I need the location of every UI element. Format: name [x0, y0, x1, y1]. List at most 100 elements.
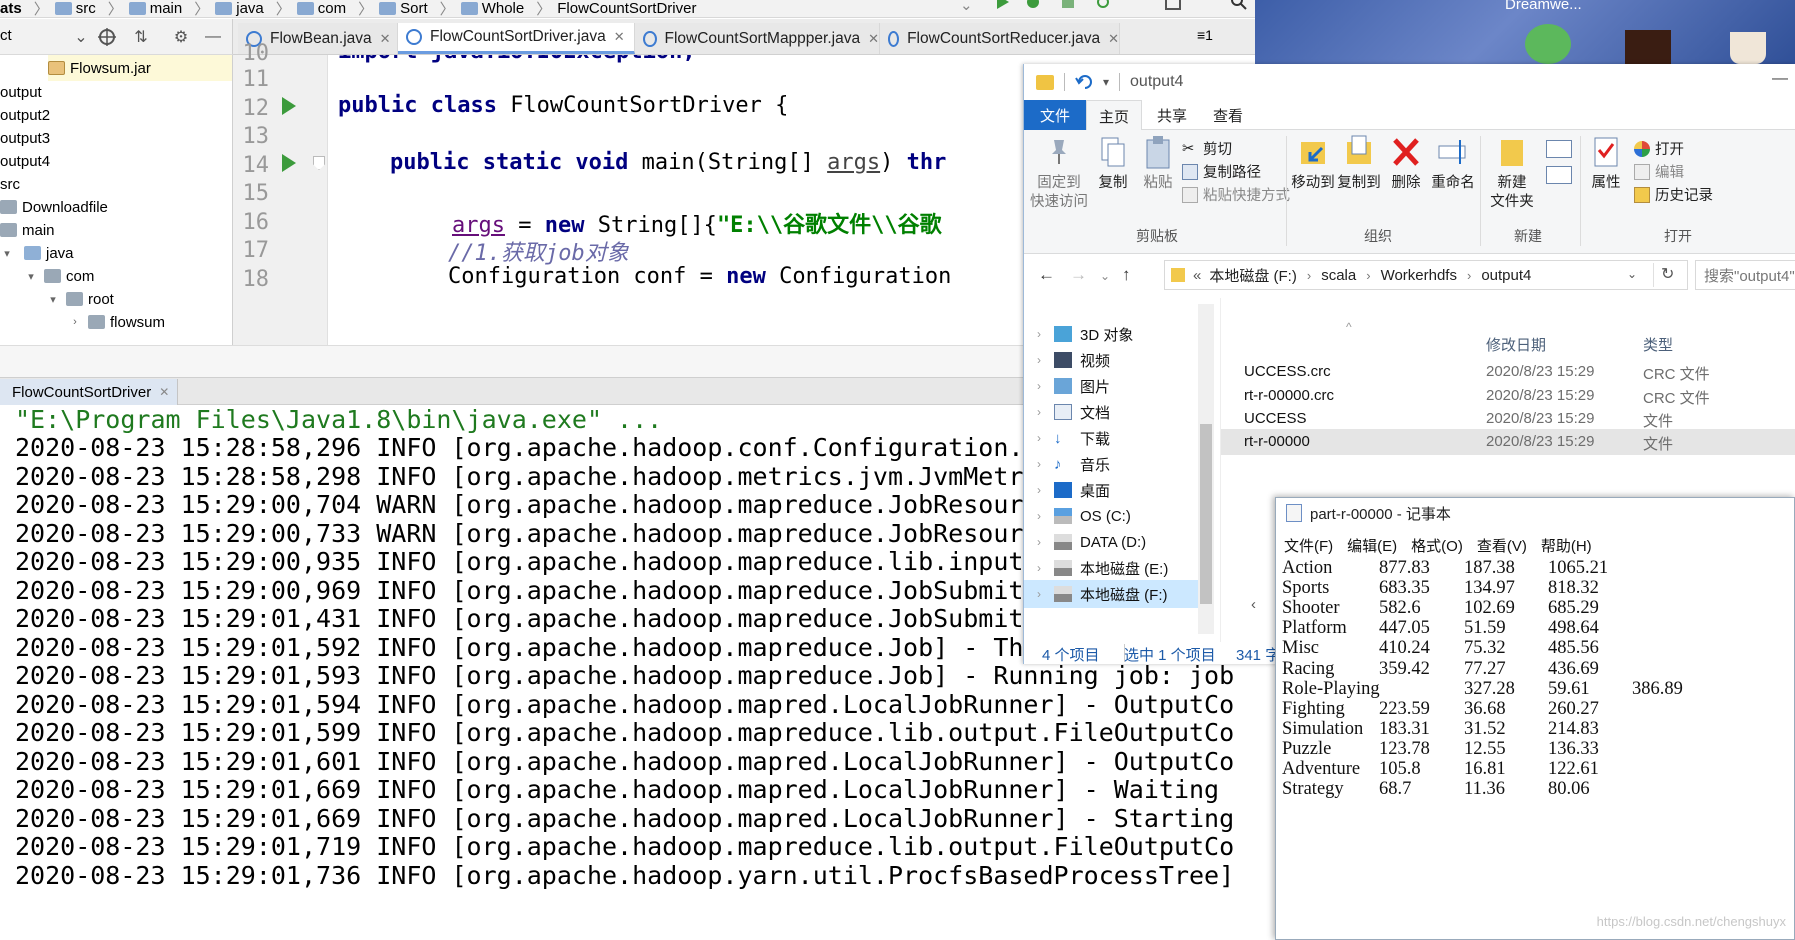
menu-format[interactable]: 格式(O) — [1411, 535, 1463, 556]
nav-item-drive-d[interactable]: › DATA (D:) — [1024, 528, 1214, 556]
breadcrumb-item[interactable]: main — [128, 0, 182, 17]
tree-item-flowsum-jar[interactable]: Flowsum.jar — [48, 55, 232, 81]
project-view-dropdown-icon[interactable]: ⌄ — [72, 28, 90, 46]
undo-icon[interactable] — [1075, 74, 1093, 90]
tree-item-flowsum[interactable]: › flowsum — [68, 309, 165, 335]
tab-flowcountsortmappper[interactable]: FlowCountSortMappper.java ✕ — [635, 23, 880, 54]
nav-scrollbar[interactable] — [1198, 304, 1214, 634]
gear-icon[interactable]: ⚙ — [172, 28, 190, 46]
close-icon[interactable]: ✕ — [380, 31, 391, 47]
address-segment[interactable]: Workerhdfs — [1381, 267, 1457, 284]
run-gutter-icon[interactable] — [282, 154, 296, 172]
breadcrumb-item[interactable]: com — [296, 0, 346, 17]
project-structure-icon[interactable] — [1165, 0, 1181, 10]
chevron-right-icon[interactable]: › — [1024, 509, 1054, 523]
forward-icon[interactable]: → — [1070, 265, 1087, 285]
nav-item-drive-c[interactable]: › OS (C:) — [1024, 502, 1214, 530]
column-header-date[interactable]: 修改日期 — [1486, 334, 1546, 355]
nav-item-downloads[interactable]: › ↓ 下载 — [1024, 424, 1214, 452]
chevron-right-icon[interactable]: › — [1307, 268, 1311, 283]
close-icon[interactable]: ✕ — [159, 385, 169, 399]
tab-flowcountsortdriver[interactable]: FlowCountSortDriver.java ✕ — [398, 23, 635, 54]
breadcrumb-item[interactable]: Sort — [379, 0, 428, 17]
breadcrumb-item[interactable]: FlowCountSortDriver — [557, 0, 696, 17]
nav-item-desktop[interactable]: › 桌面 — [1024, 476, 1214, 504]
tab-home[interactable]: 主页 — [1086, 100, 1142, 131]
breadcrumb-item[interactable]: src — [54, 0, 96, 17]
minimize-icon[interactable]: — — [1772, 70, 1788, 88]
chevron-right-icon[interactable]: › — [1024, 327, 1054, 341]
chevron-right-icon[interactable]: › — [1024, 405, 1054, 419]
tab-flowcountsortreducer[interactable]: FlowCountSortReducer.java ✕ — [880, 23, 1120, 54]
chevron-right-icon[interactable]: › — [1024, 353, 1054, 367]
paste-button[interactable]: 粘贴 — [1136, 134, 1180, 193]
nav-item-drive-e[interactable]: › 本地磁盘 (E:) — [1024, 554, 1214, 582]
chevron-right-icon[interactable]: › — [1024, 457, 1054, 471]
history-button[interactable]: 历史记录 — [1634, 184, 1713, 205]
nav-item-drive-f[interactable]: › 本地磁盘 (F:) — [1024, 580, 1214, 608]
chevron-down-icon[interactable]: ▾ — [0, 247, 14, 260]
run-gutter-icon[interactable] — [282, 97, 296, 115]
fold-icon[interactable] — [313, 156, 325, 170]
chevron-right-icon[interactable]: › — [1024, 535, 1054, 549]
copy-path-button[interactable]: 复制路径 — [1182, 161, 1261, 182]
hide-panel-icon[interactable]: — — [204, 28, 222, 46]
debug-icon[interactable] — [1025, 0, 1041, 10]
search-everywhere-icon[interactable] — [1230, 0, 1248, 11]
chevron-right-icon[interactable]: › — [68, 316, 82, 328]
chevron-right-icon[interactable]: › — [1024, 587, 1054, 601]
nav-item-videos[interactable]: › 视频 — [1024, 346, 1214, 374]
chevron-right-icon[interactable]: › — [1366, 268, 1370, 283]
java-cup-icon[interactable] — [1730, 32, 1766, 64]
address-dropdown-icon[interactable]: ⌄ — [1627, 267, 1637, 281]
tab-view[interactable]: 查看 — [1200, 100, 1256, 130]
chevron-down-icon[interactable]: ▾ — [46, 293, 60, 306]
menu-help[interactable]: 帮助(H) — [1541, 535, 1592, 556]
close-icon[interactable]: ✕ — [614, 29, 625, 45]
nav-item-documents[interactable]: › 文档 — [1024, 398, 1214, 426]
desktop-app-icon[interactable] — [1525, 24, 1571, 64]
address-overflow[interactable]: « — [1193, 267, 1201, 284]
nav-item-3d-objects[interactable]: › 3D 对象 — [1024, 320, 1214, 348]
close-icon[interactable]: ✕ — [868, 31, 879, 47]
coverage-icon[interactable] — [1060, 0, 1076, 10]
nav-item-pictures[interactable]: › 图片 — [1024, 372, 1214, 400]
run-config-dropdown-icon[interactable]: ⌄ — [960, 0, 973, 14]
chevron-right-icon[interactable]: › — [1467, 268, 1471, 283]
refresh-icon[interactable]: ↻ — [1661, 264, 1674, 284]
new-folder-button[interactable]: 新建 文件夹 — [1482, 134, 1542, 212]
rename-button[interactable]: 重命名 — [1428, 134, 1478, 193]
breadcrumb-item[interactable]: ats — [0, 0, 22, 17]
chevron-right-icon[interactable]: › — [1024, 379, 1054, 393]
chevron-right-icon[interactable]: › — [1024, 431, 1054, 445]
pin-quick-access-button[interactable]: 固定到 快速访问 — [1028, 134, 1090, 212]
chevron-right-icon[interactable]: › — [1024, 561, 1054, 575]
scroll-left-icon[interactable]: ‹ — [1251, 596, 1256, 613]
profile-icon[interactable] — [1095, 0, 1111, 10]
open-button[interactable]: 打开 — [1634, 138, 1684, 159]
paste-shortcut-button[interactable]: 粘贴快捷方式 — [1182, 184, 1290, 205]
easy-access-icon[interactable] — [1546, 166, 1572, 184]
notepad-text-area[interactable]: Action 877.83 187.38 1065.21 Sports 683.35 134… — [1276, 558, 1794, 939]
address-segment[interactable]: 本地磁盘 (F:) — [1209, 265, 1297, 286]
file-row[interactable]: UCCESS.crc 2020/8/23 15:29 CRC 文件 — [1221, 359, 1795, 385]
run-icon[interactable] — [995, 0, 1011, 10]
chevron-down-icon[interactable]: ▾ — [24, 270, 38, 283]
collapse-all-icon[interactable]: ⇅ — [132, 28, 150, 46]
quick-access-dropdown-icon[interactable]: ▾ — [1103, 75, 1109, 89]
close-icon[interactable]: ✕ — [1108, 31, 1119, 47]
code-editor[interactable]: import java.io.IOException; public class… — [328, 55, 1028, 345]
locate-file-icon[interactable] — [98, 28, 116, 46]
file-row[interactable]: rt-r-00000 2020/8/23 15:29 文件 — [1221, 429, 1795, 455]
scrollbar-thumb[interactable] — [1200, 424, 1212, 604]
column-header-type[interactable]: 类型 — [1643, 334, 1673, 355]
menu-view[interactable]: 查看(V) — [1477, 535, 1527, 556]
edit-button[interactable]: 编辑 — [1634, 161, 1684, 182]
menu-file[interactable]: 文件(F) — [1284, 535, 1333, 556]
breadcrumb-item[interactable]: java — [215, 0, 264, 17]
nav-item-music[interactable]: › ♪ 音乐 — [1024, 450, 1214, 478]
properties-button[interactable]: 属性 — [1584, 134, 1628, 193]
tab-overflow-button[interactable]: ≡1 — [1197, 27, 1213, 43]
copy-button[interactable]: 复制 — [1090, 134, 1136, 193]
new-item-icon[interactable] — [1546, 140, 1572, 158]
